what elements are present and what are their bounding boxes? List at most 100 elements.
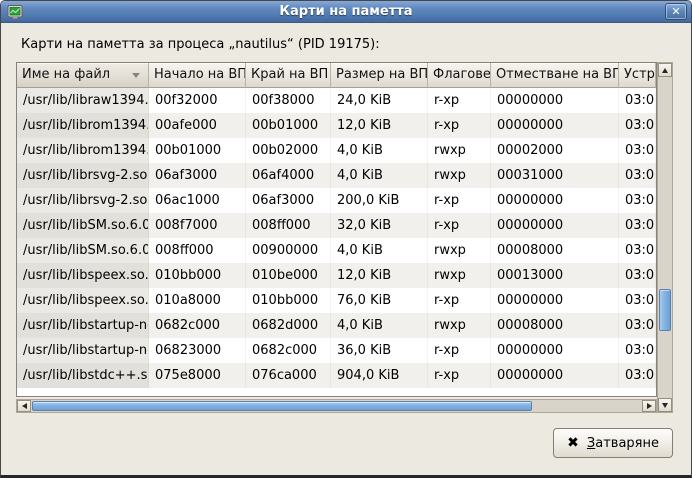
table-frame: Име на файл Начало на ВП Край на ВП Разм…: [16, 62, 657, 397]
cell-vm-end: 010be000: [246, 263, 331, 288]
cell-device: 03:02: [619, 338, 656, 363]
column-header-filename[interactable]: Име на файл: [17, 63, 149, 88]
cell-flags: rwxp: [428, 263, 491, 288]
cell-vm-size: 32,0 KiB: [331, 213, 428, 238]
cell-device: 03:02: [619, 213, 656, 238]
cell-filename: /usr/lib/libspeex.so.1: [17, 288, 149, 313]
scroll-down-button[interactable]: [658, 398, 672, 412]
cell-vm-offset: 00031000: [491, 163, 619, 188]
dialog-footer: ✖ Затваряне: [16, 428, 673, 458]
table-header-row: Име на файл Начало на ВП Край на ВП Разм…: [17, 63, 656, 88]
cell-device: 03:02: [619, 238, 656, 263]
cell-vm-start: 06823000: [149, 338, 246, 363]
cell-flags: r-xp: [428, 188, 491, 213]
cell-vm-start: 00f32000: [149, 88, 246, 113]
cell-vm-size: 4,0 KiB: [331, 138, 428, 163]
cell-vm-start: 008f7000: [149, 213, 246, 238]
cell-vm-end: 010bb000: [246, 288, 331, 313]
cell-vm-end: 076ca000: [246, 363, 331, 388]
vertical-scrollbar-track[interactable]: [658, 77, 672, 398]
table-row[interactable]: /usr/lib/librom1394.so 00afe000 00b01000…: [17, 113, 656, 138]
vertical-scrollbar[interactable]: [657, 62, 673, 413]
table-row[interactable]: /usr/lib/libstartup-not 06823000 0682c00…: [17, 338, 656, 363]
cell-device: 03:02: [619, 138, 656, 163]
titlebar-close-button[interactable]: ✕: [665, 3, 687, 20]
cell-vm-start: 010bb000: [149, 263, 246, 288]
cell-filename: /usr/lib/librsvg-2.so.2: [17, 163, 149, 188]
table-row[interactable]: /usr/lib/libstartup-not 0682c000 0682d00…: [17, 313, 656, 338]
column-header-vm-size[interactable]: Размер на ВП: [331, 63, 428, 88]
cell-flags: r-xp: [428, 113, 491, 138]
cell-vm-offset: 00000000: [491, 113, 619, 138]
cell-vm-offset: 00000000: [491, 338, 619, 363]
vertical-scrollbar-thumb[interactable]: [659, 289, 671, 331]
table-row[interactable]: /usr/lib/libspeex.so.1 010bb000 010be000…: [17, 263, 656, 288]
cell-vm-end: 0682c000: [246, 338, 331, 363]
arrow-left-icon: [22, 403, 27, 409]
close-button[interactable]: ✖ Затваряне: [553, 428, 673, 458]
cell-vm-offset: 00002000: [491, 138, 619, 163]
close-button-x-icon: ✖: [567, 436, 579, 450]
cell-vm-start: 010a8000: [149, 288, 246, 313]
cell-vm-offset: 00000000: [491, 288, 619, 313]
cell-filename: /usr/lib/libraw1394.so: [17, 88, 149, 113]
cell-device: 03:02: [619, 363, 656, 388]
cell-vm-end: 008ff000: [246, 213, 331, 238]
system-monitor-icon[interactable]: [7, 4, 23, 20]
cell-flags: r-xp: [428, 288, 491, 313]
cell-device: 03:02: [619, 313, 656, 338]
cell-vm-offset: 00000000: [491, 188, 619, 213]
cell-vm-end: 06af4000: [246, 163, 331, 188]
cell-flags: rwxp: [428, 238, 491, 263]
cell-vm-size: 4,0 KiB: [331, 163, 428, 188]
cell-vm-start: 00afe000: [149, 113, 246, 138]
cell-vm-offset: 00008000: [491, 313, 619, 338]
table-row[interactable]: /usr/lib/libSM.so.6.0.0 008f7000 008ff00…: [17, 213, 656, 238]
table-row[interactable]: /usr/lib/libSM.so.6.0.0 008ff000 0090000…: [17, 238, 656, 263]
horizontal-scrollbar[interactable]: [16, 399, 657, 413]
column-header-device[interactable]: Устройство: [619, 63, 656, 88]
cell-flags: r-xp: [428, 338, 491, 363]
cell-vm-offset: 00000000: [491, 88, 619, 113]
dialog-description: Карти на паметта за процеса „nautilus“ (…: [21, 37, 673, 52]
cell-flags: rwxp: [428, 313, 491, 338]
scroll-left-button[interactable]: [17, 400, 31, 412]
table-row[interactable]: /usr/lib/libraw1394.so 00f32000 00f38000…: [17, 88, 656, 113]
cell-vm-end: 00900000: [246, 238, 331, 263]
table-row[interactable]: /usr/lib/librsvg-2.so.2 06ac1000 06af300…: [17, 188, 656, 213]
cell-filename: /usr/lib/libstartup-not: [17, 338, 149, 363]
column-header-flags[interactable]: Флагове: [428, 63, 491, 88]
cell-device: 03:02: [619, 113, 656, 138]
arrow-up-icon: [662, 68, 668, 73]
dialog-body: Карти на паметта за процеса „nautilus“ (…: [1, 23, 691, 458]
horizontal-scrollbar-thumb[interactable]: [32, 401, 532, 411]
cell-vm-size: 12,0 KiB: [331, 263, 428, 288]
cell-vm-start: 0682c000: [149, 313, 246, 338]
titlebar[interactable]: Карти на паметта ✕: [1, 1, 691, 23]
cell-device: 03:02: [619, 288, 656, 313]
cell-vm-start: 00b01000: [149, 138, 246, 163]
cell-filename: /usr/lib/librom1394.so: [17, 138, 149, 163]
table-row[interactable]: /usr/lib/libstdc++.so. 075e8000 076ca000…: [17, 363, 656, 388]
close-icon: ✕: [671, 5, 680, 18]
cell-vm-end: 00f38000: [246, 88, 331, 113]
column-header-vm-start[interactable]: Начало на ВП: [149, 63, 246, 88]
column-header-vm-offset[interactable]: Отместване на ВП: [491, 63, 619, 88]
cell-vm-start: 008ff000: [149, 238, 246, 263]
horizontal-scrollbar-track[interactable]: [31, 400, 642, 412]
cell-vm-start: 06ac1000: [149, 188, 246, 213]
cell-flags: r-xp: [428, 88, 491, 113]
memory-maps-dialog: Карти на паметта ✕ Карти на паметта за п…: [0, 0, 692, 478]
column-header-vm-end[interactable]: Край на ВП: [246, 63, 331, 88]
scroll-right-button[interactable]: [642, 400, 656, 412]
table-row[interactable]: /usr/lib/libspeex.so.1 010a8000 010bb000…: [17, 288, 656, 313]
table-row[interactable]: /usr/lib/librsvg-2.so.2 06af3000 06af400…: [17, 163, 656, 188]
cell-device: 03:02: [619, 88, 656, 113]
cell-vm-size: 4,0 KiB: [331, 313, 428, 338]
cell-device: 03:02: [619, 163, 656, 188]
scroll-up-button[interactable]: [658, 63, 672, 77]
cell-vm-size: 76,0 KiB: [331, 288, 428, 313]
sort-descending-icon: [132, 73, 140, 78]
table-row[interactable]: /usr/lib/librom1394.so 00b01000 00b02000…: [17, 138, 656, 163]
cell-vm-size: 24,0 KiB: [331, 88, 428, 113]
